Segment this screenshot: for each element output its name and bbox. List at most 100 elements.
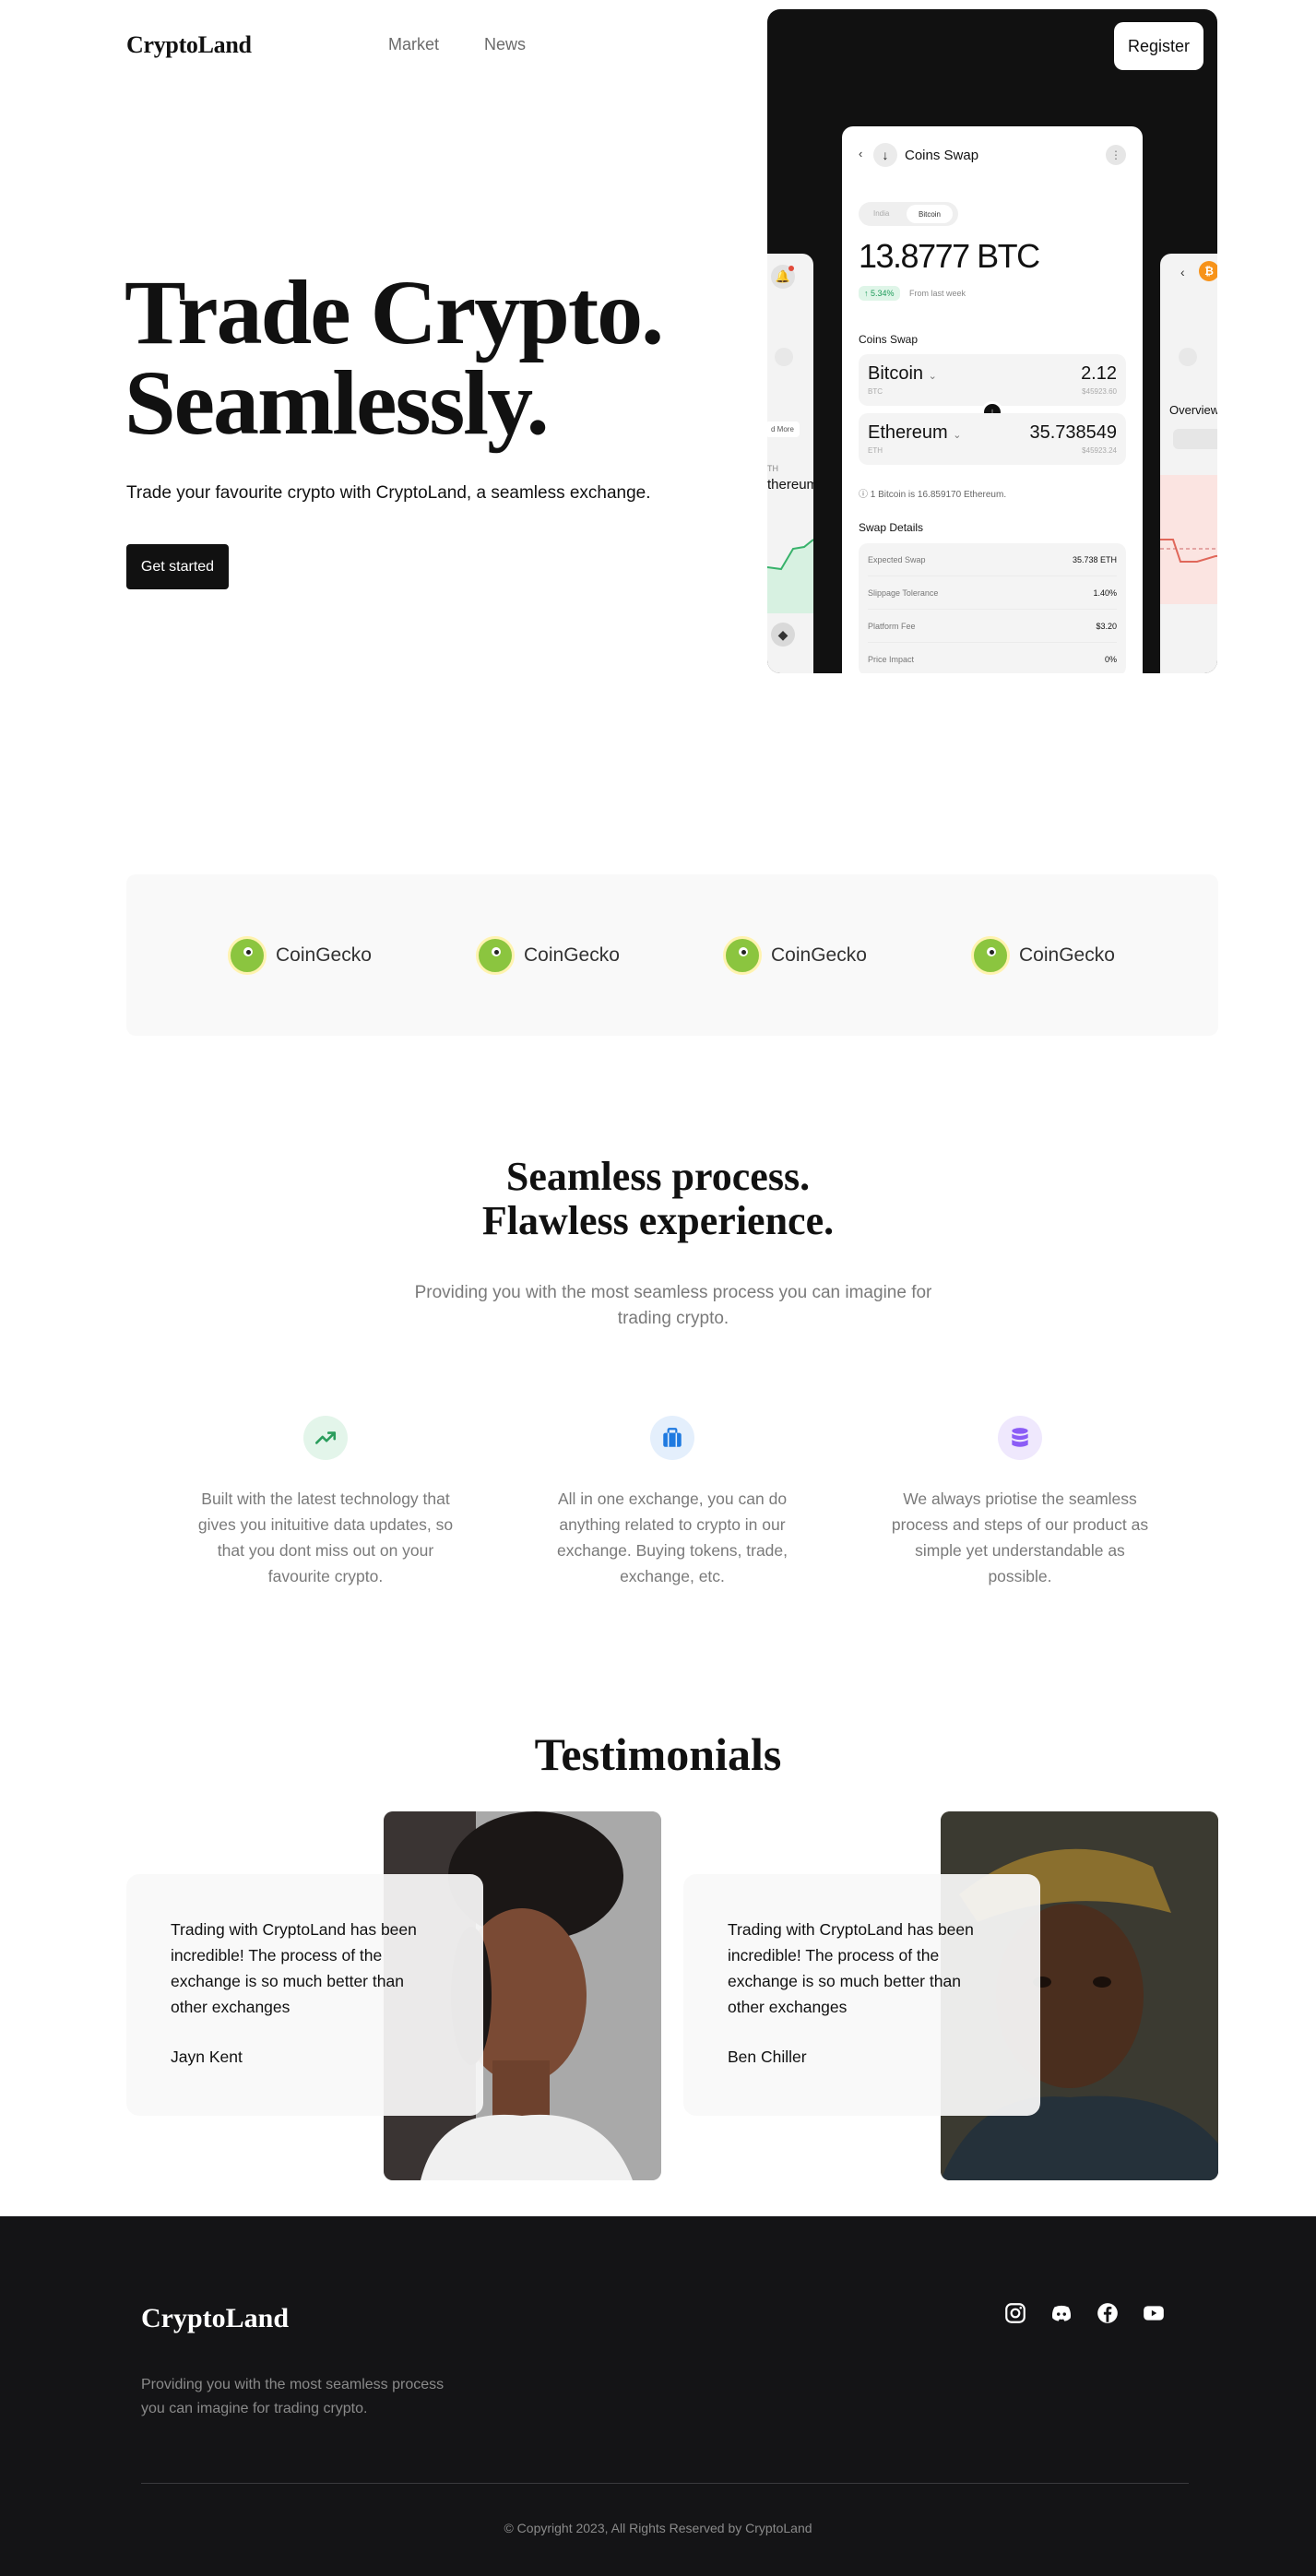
overview-pill	[1173, 429, 1217, 449]
detail-row: Price Impact 0%	[868, 643, 1117, 673]
from-usd: $45923.60	[1082, 387, 1117, 396]
change-period: From last week	[909, 289, 966, 298]
process-subtitle: Providing you with the most seamless pro…	[414, 1283, 932, 1328]
bitcoin-icon: ₿	[1199, 261, 1217, 281]
coingecko-icon	[228, 936, 267, 975]
get-started-button[interactable]: Get started	[126, 544, 229, 589]
footer-logo[interactable]: CryptoLand	[141, 2303, 289, 2334]
coingecko-icon	[476, 936, 515, 975]
more-icon[interactable]: ⋮	[1106, 145, 1126, 165]
see-more-button: d More	[767, 421, 800, 437]
partners-strip: CoinGecko CoinGecko CoinGecko CoinGecko	[126, 874, 1218, 1036]
info-icon: ⓘ	[859, 490, 868, 500]
overview-label: Overview	[1169, 403, 1217, 417]
to-usd: $45923.24	[1082, 446, 1117, 455]
eth-name: Ethereum	[767, 477, 819, 493]
testimonial-quote: Trading with CryptoLand has been incredi…	[171, 1920, 417, 2016]
phone-header: ‹ ↓ Coins Swap ⋮	[859, 143, 1126, 167]
testimonial-name: Ben Chiller	[728, 2048, 807, 2066]
nav-news[interactable]: News	[484, 35, 526, 54]
toggle-bitcoin[interactable]: Bitcoin	[907, 205, 953, 223]
detail-label: Expected Swap	[868, 554, 926, 564]
feature-item: We always priotise the seamless process …	[863, 1416, 1177, 1589]
testimonials-title: Testimonials	[534, 1728, 782, 1780]
mockup-left-card: 🔔 d More TH Ethereum ◆	[767, 254, 818, 673]
footer-divider	[141, 2483, 1189, 2484]
back-icon[interactable]: ‹	[859, 147, 862, 160]
partner-logo[interactable]: CoinGecko	[971, 935, 1115, 976]
testimonial-card: Trading with CryptoLand has been incredi…	[683, 1874, 1040, 2116]
trending-up-icon	[303, 1416, 348, 1460]
process-title-line1: Seamless process.	[505, 1154, 811, 1199]
green-chart-icon	[767, 539, 813, 613]
copyright: © Copyright 2023, All Rights Reserved by…	[504, 2521, 812, 2535]
feature-item: Built with the latest technology that gi…	[169, 1416, 482, 1589]
detail-value: $3.20	[1096, 621, 1117, 631]
feature-text: All in one exchange, you can do anything…	[556, 1490, 788, 1585]
testimonial-name: Jayn Kent	[171, 2048, 243, 2066]
partner-name: CoinGecko	[524, 944, 620, 966]
partner-name: CoinGecko	[1019, 944, 1115, 966]
partner-logo[interactable]: CoinGecko	[476, 935, 620, 976]
detail-label: Slippage Tolerance	[868, 588, 939, 598]
feature-item: All in one exchange, you can do anything…	[516, 1416, 829, 1589]
coins-swap-heading: Coins Swap	[859, 333, 919, 346]
facebook-icon[interactable]	[1094, 2299, 1121, 2327]
feature-text: Built with the latest technology that gi…	[197, 1490, 454, 1585]
site-logo[interactable]: CryptoLand	[126, 31, 252, 59]
chevron-left-icon: ‹	[1180, 265, 1185, 279]
discord-icon[interactable]	[1048, 2299, 1075, 2327]
partner-name: CoinGecko	[276, 944, 372, 966]
to-amount: 35.738549	[1029, 422, 1117, 443]
swap-to[interactable]: Ethereum ⌄ ETH 35.738549 $45923.24	[859, 413, 1126, 465]
from-symbol: BTC	[868, 387, 883, 396]
red-chart-icon	[1160, 475, 1217, 604]
dot-icon	[775, 348, 793, 366]
detail-label: Platform Fee	[868, 621, 916, 631]
eth-symbol: TH	[767, 464, 778, 473]
detail-value: 0%	[1104, 655, 1117, 664]
currency-toggle[interactable]: India Bitcoin	[859, 202, 958, 226]
hero-title-line1: Trade Crypto.	[124, 261, 664, 363]
chevron-down-icon: ⌄	[953, 430, 962, 441]
ethereum-icon: ◆	[771, 623, 795, 647]
detail-row: Platform Fee $3.20	[868, 610, 1117, 643]
detail-row: Expected Swap 35.738 ETH	[868, 543, 1117, 576]
balance-amount: 13.8777 BTC	[859, 237, 1040, 275]
to-coin[interactable]: Ethereum ⌄	[868, 422, 962, 444]
chevron-down-icon: ⌄	[928, 371, 937, 382]
from-amount: 2.12	[1081, 363, 1117, 384]
process-title-line2: Flawless experience.	[481, 1198, 835, 1243]
youtube-icon[interactable]	[1140, 2299, 1168, 2327]
bell-icon: 🔔	[771, 265, 795, 289]
hero-subtitle: Trade your favourite crypto with CryptoL…	[126, 483, 651, 503]
rate-text: 1 Bitcoin is 16.859170 Ethereum.	[870, 490, 1007, 500]
detail-row: Slippage Tolerance 1.40%	[868, 576, 1117, 610]
register-button[interactable]: Register	[1114, 22, 1203, 70]
instagram-icon[interactable]	[1002, 2299, 1029, 2327]
database-icon	[998, 1416, 1042, 1460]
app-mockup: 🔔 d More TH Ethereum ◆ ‹ ₿ Overview	[767, 9, 1217, 673]
partner-logo[interactable]: CoinGecko	[228, 935, 372, 976]
from-coin[interactable]: Bitcoin ⌄	[868, 363, 937, 385]
feature-text: We always priotise the seamless process …	[891, 1490, 1149, 1585]
change-badge: ↑ 5.34%	[859, 286, 900, 301]
dot-icon	[1179, 348, 1197, 366]
coingecko-icon	[971, 936, 1010, 975]
footer-description: Providing you with the most seamless pro…	[141, 2377, 445, 2416]
partner-logo[interactable]: CoinGecko	[723, 935, 867, 976]
toggle-india[interactable]: India	[873, 209, 889, 218]
to-symbol: ETH	[868, 446, 883, 455]
coingecko-icon	[723, 936, 762, 975]
mockup-right-card: ‹ ₿ Overview	[1160, 254, 1217, 673]
detail-label: Price Impact	[868, 655, 915, 664]
testimonial-card: Trading with CryptoLand has been incredi…	[126, 1874, 483, 2116]
nav-market[interactable]: Market	[388, 35, 439, 54]
social-links	[1002, 2299, 1168, 2327]
swap-from[interactable]: Bitcoin ⌄ BTC 2.12 $45923.60	[859, 354, 1126, 406]
download-icon: ↓	[873, 143, 897, 167]
hero-title: Trade Crypto. Seamlessly.	[124, 261, 715, 449]
to-coin-name: Ethereum	[868, 422, 948, 443]
exchange-rate: ⓘ 1 Bitcoin is 16.859170 Ethereum.	[859, 486, 1006, 500]
process-title: Seamless process. Flawless experience.	[0, 1155, 1316, 1243]
